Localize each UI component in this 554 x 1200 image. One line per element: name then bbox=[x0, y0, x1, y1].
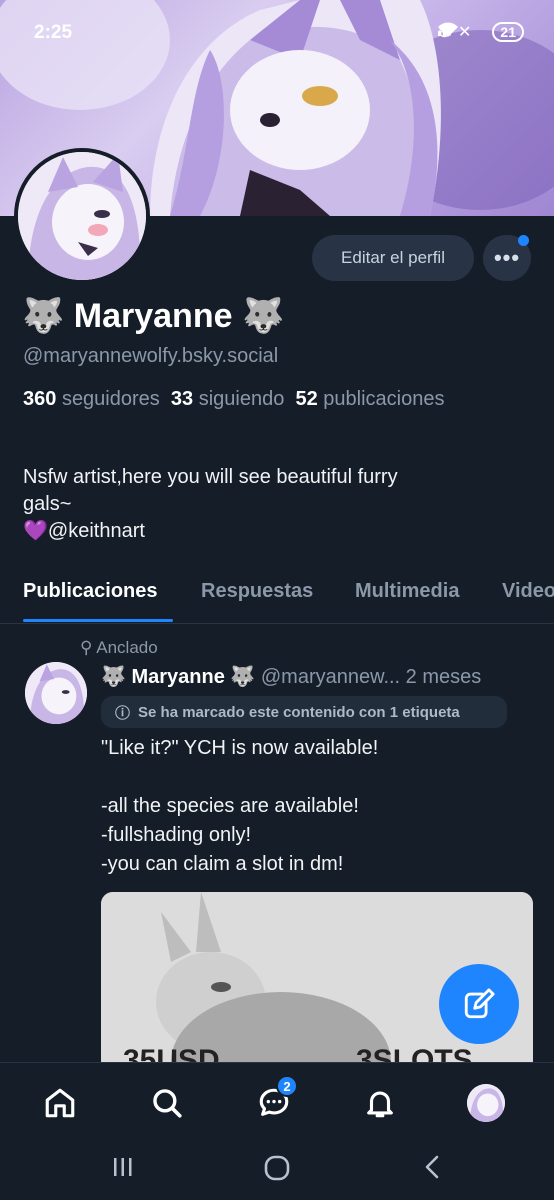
back-icon bbox=[425, 1155, 439, 1179]
followers-label: seguidores bbox=[61, 388, 160, 410]
posts-label: publicaciones bbox=[323, 388, 445, 410]
post-time: 2 meses bbox=[405, 666, 482, 688]
profile-avatar[interactable] bbox=[14, 148, 150, 284]
post-header: 🐺 Maryanne 🐺 @maryannew... 2 meses bbox=[101, 664, 481, 689]
compose-icon bbox=[464, 988, 495, 1019]
compose-button[interactable] bbox=[439, 964, 519, 1044]
content-label-text: Se ha marcado este contenido con 1 etiqu… bbox=[138, 703, 460, 721]
system-navigation bbox=[0, 1144, 554, 1200]
nav-profile[interactable] bbox=[466, 1083, 506, 1123]
following-label: siguiendo bbox=[198, 388, 285, 410]
post-author-name[interactable]: 🐺 Maryanne 🐺 bbox=[101, 666, 255, 688]
following-count: 33 bbox=[170, 388, 194, 410]
pin-icon: ⚲ bbox=[80, 638, 93, 657]
search-icon bbox=[153, 1089, 182, 1118]
info-icon: ⓘ bbox=[115, 704, 131, 722]
back-button[interactable] bbox=[420, 1154, 446, 1185]
post-author-handle[interactable]: @maryannew... bbox=[261, 666, 400, 688]
home-circle-icon bbox=[264, 1155, 290, 1181]
edit-profile-button[interactable]: Editar el perfil bbox=[312, 235, 474, 281]
post-text-line: -all the species are available! bbox=[101, 795, 359, 817]
bio-line: Nsfw artist,here you will see beautiful … bbox=[23, 466, 398, 488]
profile-handle: @maryannewolfy.bsky.social bbox=[23, 345, 279, 367]
post-avatar-artwork bbox=[25, 662, 87, 724]
pinned-label: Anclado bbox=[96, 638, 158, 657]
following-stat[interactable]: 33 siguiendo bbox=[171, 388, 284, 410]
posts-stat: 52 publicaciones bbox=[295, 388, 444, 410]
pinned-indicator: ⚲ Anclado bbox=[80, 638, 158, 658]
home-system-button[interactable] bbox=[263, 1154, 291, 1187]
post-text-line: -fullshading only! bbox=[101, 824, 252, 846]
avatar-artwork bbox=[18, 152, 146, 280]
status-time: 2:25 bbox=[34, 22, 73, 43]
nav-chat[interactable]: 2 bbox=[254, 1075, 298, 1123]
recents-icon bbox=[114, 1158, 132, 1176]
nav-home[interactable] bbox=[40, 1083, 80, 1123]
profile-bio: Nsfw artist,here you will see beautiful … bbox=[23, 464, 503, 545]
post-text: "Like it?" YCH is now available! -all th… bbox=[101, 734, 378, 879]
followers-stat[interactable]: 360 seguidores bbox=[23, 388, 160, 410]
followers-count: 360 bbox=[23, 388, 57, 410]
post-author-avatar[interactable] bbox=[25, 662, 87, 724]
home-icon bbox=[45, 1088, 75, 1118]
status-icons: ⊖ ✕ 21 bbox=[437, 22, 524, 42]
nav-profile-avatar bbox=[467, 1084, 505, 1122]
nav-avatar-artwork bbox=[467, 1084, 505, 1122]
posts-count: 52 bbox=[295, 388, 318, 410]
post-text-line: "Like it?" YCH is now available! bbox=[101, 737, 379, 759]
tab-multimedia[interactable]: Multimedia bbox=[355, 580, 459, 603]
tab-respuestas[interactable]: Respuestas bbox=[201, 580, 313, 603]
more-icon: ••• bbox=[493, 245, 521, 270]
profile-name: 🐺 Maryanne 🐺 bbox=[22, 297, 285, 335]
bio-line: gals~ bbox=[23, 493, 72, 515]
more-options-button[interactable]: ••• bbox=[483, 235, 531, 281]
profile-tabs: Publicaciones Respuestas Multimedia Vide… bbox=[0, 572, 554, 624]
tab-publicaciones[interactable]: Publicaciones bbox=[23, 580, 158, 603]
status-bar: 2:25 ⊖ ✕ 21 bbox=[0, 0, 554, 66]
battery-indicator: 21 bbox=[492, 22, 524, 42]
signal-off-icon: ✕ bbox=[458, 24, 472, 41]
profile-stats: 360 seguidores 33 siguiendo 52 publicaci… bbox=[23, 388, 444, 411]
bell-icon bbox=[367, 1091, 393, 1118]
bottom-navigation: 2 bbox=[0, 1062, 554, 1144]
post-text-line: -you can claim a slot in dm! bbox=[101, 853, 344, 875]
post-text-line bbox=[101, 763, 378, 792]
nav-search[interactable] bbox=[147, 1083, 187, 1123]
content-label-pill[interactable]: ⓘ Se ha marcado este contenido con 1 eti… bbox=[101, 696, 507, 728]
nav-notifications[interactable] bbox=[360, 1083, 400, 1123]
notification-dot bbox=[518, 235, 529, 246]
chat-badge: 2 bbox=[276, 1075, 298, 1097]
recent-apps-button[interactable] bbox=[110, 1154, 136, 1185]
tab-videos[interactable]: Videos bbox=[502, 580, 554, 603]
bio-mention-link[interactable]: 💜@keithnart bbox=[23, 518, 503, 545]
active-tab-indicator bbox=[23, 619, 173, 622]
